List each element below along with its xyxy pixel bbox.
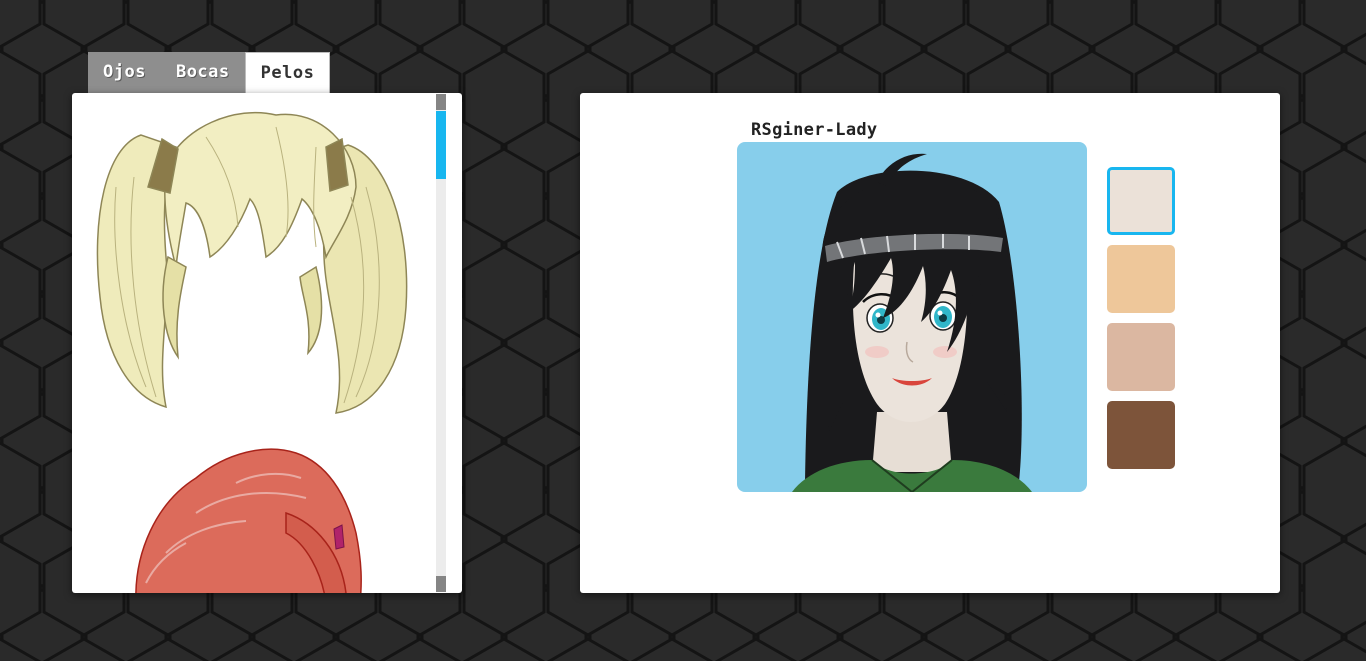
- hair-options-panel: [72, 93, 462, 593]
- blonde-pigtails-hair-image: [96, 111, 408, 414]
- hair-list: [72, 93, 434, 593]
- tab-pelos[interactable]: Pelos: [244, 52, 331, 94]
- skin-tone-tan-swatch[interactable]: [1107, 323, 1175, 391]
- scroll-down-button[interactable]: [436, 576, 446, 592]
- hair-option-blonde-pigtails[interactable]: [86, 107, 416, 427]
- skin-tone-peach-swatch[interactable]: [1107, 245, 1175, 313]
- skin-tone-light-swatch[interactable]: [1107, 167, 1175, 235]
- character-preview-panel: RSginer-Lady: [580, 93, 1280, 593]
- skin-tone-brown-swatch[interactable]: [1107, 401, 1175, 469]
- scrollbar-thumb[interactable]: [436, 111, 446, 179]
- scroll-up-button[interactable]: [436, 94, 446, 110]
- character-avatar: [737, 142, 1087, 492]
- character-portrait-image: [792, 153, 1032, 492]
- red-ponytail-hair-image: [135, 448, 362, 593]
- tab-bocas[interactable]: Bocas: [161, 52, 245, 92]
- tab-ojos[interactable]: Ojos: [88, 52, 161, 92]
- hair-list-scrollbar[interactable]: [436, 94, 446, 592]
- hair-option-red-ponytail[interactable]: [86, 443, 416, 593]
- character-name: RSginer-Lady: [751, 120, 878, 140]
- category-tabs: Ojos Bocas Pelos: [88, 52, 331, 94]
